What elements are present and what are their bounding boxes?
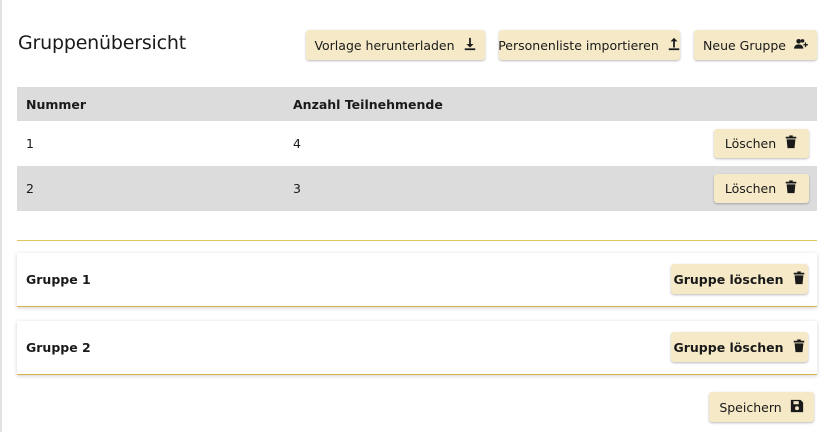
table-row: 2 3 Löschen <box>17 166 817 211</box>
delete-group-button[interactable]: Gruppe löschen <box>671 332 808 362</box>
save-button[interactable]: Speichern <box>709 392 814 422</box>
delete-group-button[interactable]: Gruppe löschen <box>671 264 808 294</box>
group-card[interactable]: Gruppe 1 Gruppe löschen <box>17 253 817 307</box>
row-number: 1 <box>26 136 34 151</box>
floppy-disk-icon <box>790 399 804 416</box>
row-participant-count: 3 <box>293 181 301 196</box>
download-template-button[interactable]: Vorlage herunterladen <box>306 30 485 60</box>
delete-row-button[interactable]: Löschen <box>714 129 809 158</box>
group-name: Gruppe 2 <box>26 340 91 355</box>
trash-icon <box>792 270 806 288</box>
group-card[interactable]: Gruppe 2 Gruppe löschen <box>17 321 817 375</box>
delete-row-button[interactable]: Löschen <box>714 174 809 203</box>
download-icon <box>463 37 477 54</box>
table-row: 1 4 Löschen <box>17 121 817 166</box>
trash-icon <box>792 338 806 356</box>
group-name: Gruppe 1 <box>26 272 91 287</box>
column-header-participant-count: Anzahl Teilnehmende <box>293 96 443 112</box>
add-users-icon <box>793 37 808 54</box>
new-group-button[interactable]: Neue Gruppe <box>694 30 817 60</box>
page-left-border <box>0 0 2 432</box>
import-person-list-label: Personenliste importieren <box>498 37 659 53</box>
save-label: Speichern <box>719 399 782 415</box>
download-template-label: Vorlage herunterladen <box>314 37 455 53</box>
delete-row-label: Löschen <box>724 136 777 151</box>
import-person-list-button[interactable]: Personenliste importieren <box>498 30 681 60</box>
trash-icon <box>784 135 798 152</box>
page-title: Gruppenübersicht <box>18 32 186 54</box>
section-divider <box>17 240 817 241</box>
delete-group-label: Gruppe löschen <box>673 271 784 287</box>
column-header-number: Nummer <box>26 96 87 112</box>
row-participant-count: 4 <box>293 136 301 151</box>
delete-group-label: Gruppe löschen <box>673 339 784 355</box>
delete-row-label: Löschen <box>724 181 777 196</box>
trash-icon <box>784 180 798 197</box>
table-header: Nummer Anzahl Teilnehmende <box>17 87 817 121</box>
upload-icon <box>667 37 681 54</box>
row-number: 2 <box>26 181 34 196</box>
new-group-label: Neue Gruppe <box>703 37 786 53</box>
groups-table: Nummer Anzahl Teilnehmende 1 4 Löschen 2… <box>17 87 817 211</box>
